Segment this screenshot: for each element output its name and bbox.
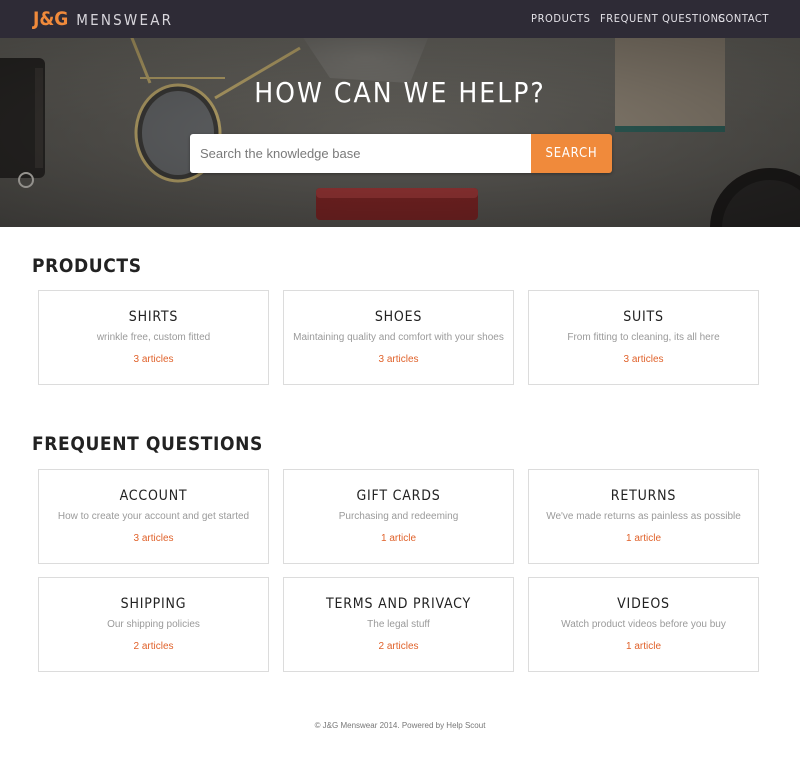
card-description: How to create your account and get start… [57,511,250,522]
card-title: SUITS [623,309,664,325]
category-card-shirts[interactable]: SHIRTS wrinkle free, custom fitted 3 art… [38,290,269,385]
card-description: The legal stuff [367,619,430,630]
hero-title: HOW CAN WE HELP? [254,76,546,109]
card-title: VIDEOS [617,596,670,612]
card-description: Watch product videos before you buy [561,619,726,630]
logo-brand-mark: J&G [33,8,69,30]
logo-wordmark: MENSWEAR [76,11,174,29]
hero-banner: HOW CAN WE HELP? SEARCH [0,38,800,227]
card-title: GIFT CARDS [356,488,441,504]
card-title: SHIRTS [128,309,179,325]
card-description: From fitting to cleaning, its all here [567,332,720,343]
card-article-count[interactable]: 3 articles [39,533,268,544]
card-article-count[interactable]: 1 article [284,533,513,544]
footer-copyright: © J&G Menswear 2014. Powered by Help Sco… [314,721,486,730]
card-title: RETURNS [610,488,677,504]
card-description: We've made returns as painless as possib… [546,511,741,522]
section-title-frequent-questions: FREQUENT QUESTIONS [32,433,263,455]
card-article-count[interactable]: 3 articles [284,354,513,365]
nav-link-products[interactable]: PRODUCTS [531,12,591,25]
nav-link-frequent-questions[interactable]: FREQUENT QUESTIONS [600,12,726,25]
card-title: SHIPPING [120,596,187,612]
card-article-count[interactable]: 3 articles [39,354,268,365]
card-article-count[interactable]: 1 article [529,533,758,544]
category-card-shoes[interactable]: SHOES Maintaining quality and comfort wi… [283,290,514,385]
category-card-shipping[interactable]: SHIPPING Our shipping policies 2 article… [38,577,269,672]
category-card-returns[interactable]: RETURNS We've made returns as painless a… [528,469,759,564]
card-title: TERMS AND PRIVACY [326,596,471,612]
card-article-count[interactable]: 2 articles [39,641,268,652]
category-card-gift-cards[interactable]: GIFT CARDS Purchasing and redeeming 1 ar… [283,469,514,564]
card-description: Purchasing and redeeming [338,511,459,522]
category-card-terms-and-privacy[interactable]: TERMS AND PRIVACY The legal stuff 2 arti… [283,577,514,672]
section-title-products: PRODUCTS [32,255,142,277]
card-title: ACCOUNT [119,488,188,504]
card-title: SHOES [374,309,423,325]
card-article-count[interactable]: 1 article [529,641,758,652]
category-card-suits[interactable]: SUITS From fitting to cleaning, its all … [528,290,759,385]
card-description: Maintaining quality and comfort with you… [293,332,504,343]
card-description: Our shipping policies [107,619,200,630]
card-article-count[interactable]: 2 articles [284,641,513,652]
search-button[interactable]: SEARCH [531,134,612,173]
search-form: SEARCH [190,134,612,173]
top-navbar: J&G MENSWEAR PRODUCTS FREQUENT QUESTIONS… [0,0,800,38]
category-card-account[interactable]: ACCOUNT How to create your account and g… [38,469,269,564]
category-card-videos[interactable]: VIDEOS Watch product videos before you b… [528,577,759,672]
site-logo[interactable]: J&G MENSWEAR [33,8,173,30]
hero-background-image [0,38,800,227]
nav-link-contact[interactable]: CONTACT [718,12,769,25]
card-article-count[interactable]: 3 articles [529,354,758,365]
search-input[interactable] [190,134,531,173]
card-description: wrinkle free, custom fitted [96,332,211,343]
